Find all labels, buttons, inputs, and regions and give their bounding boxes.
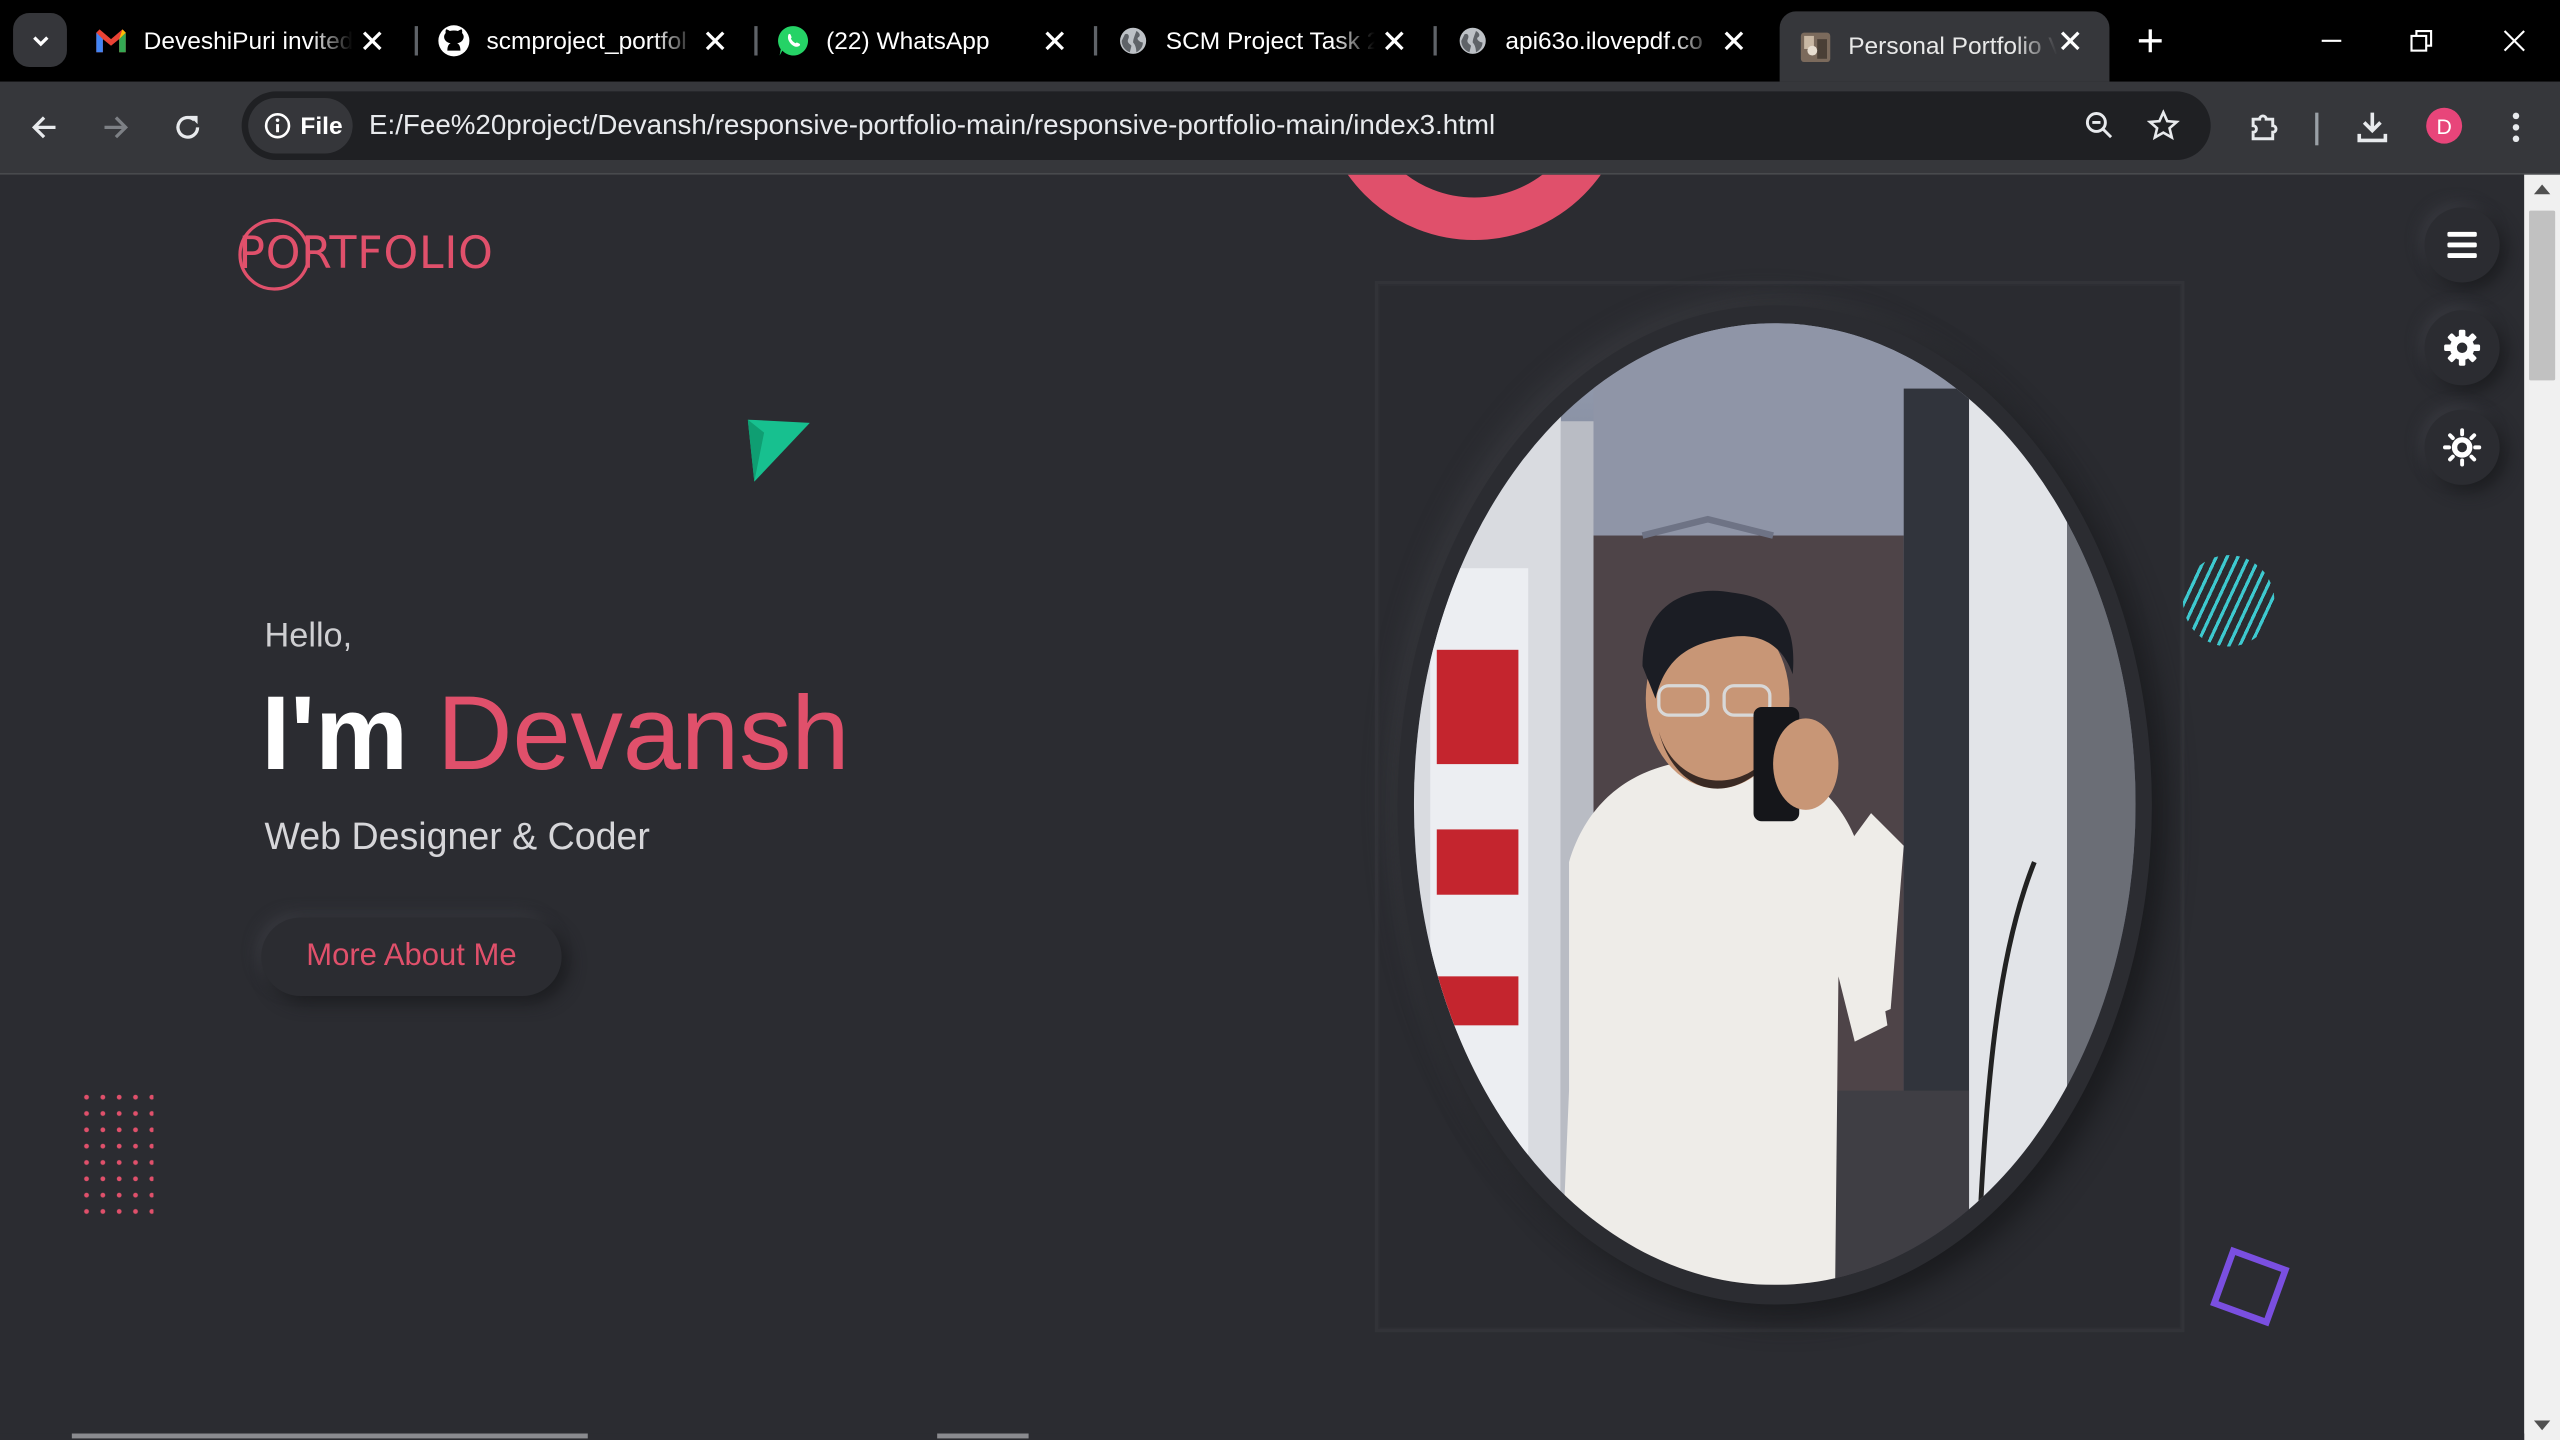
github-icon <box>438 24 471 57</box>
downloads-button[interactable] <box>2346 101 2398 153</box>
hero-role: Web Designer & Coder <box>264 814 650 858</box>
profile-photo-illustration <box>1413 323 2136 1285</box>
address-bar[interactable]: File E:/Fee%20project/Devansh/responsive… <box>241 91 2211 161</box>
restore-icon <box>2410 29 2433 52</box>
tab-strip: DeveshiPuri invited scmproject_portfol (… <box>0 0 2560 82</box>
decorative-ring <box>1319 174 1630 241</box>
profile-photo <box>1413 323 2136 1285</box>
tab-gmail[interactable]: DeveshiPuri invited <box>75 11 411 70</box>
minimize-icon <box>2321 39 2342 42</box>
menu-icon <box>2447 231 2477 258</box>
horizontal-scroll-thumb[interactable] <box>937 1433 1029 1439</box>
settings-button[interactable] <box>2424 310 2500 386</box>
zoom-out-icon <box>2085 112 2113 139</box>
tab-title: api63o.ilovepdf.co <box>1505 26 1703 55</box>
close-window-button[interactable] <box>2490 16 2539 65</box>
browser-menu-button[interactable] <box>2490 101 2542 153</box>
tab-title: scmproject_portfol <box>486 26 687 55</box>
hero-prefix: I'm <box>261 674 409 792</box>
toolbar-divider <box>2315 112 2319 146</box>
reload-button[interactable] <box>162 101 214 153</box>
scroll-thumb[interactable] <box>2529 210 2556 381</box>
horizontal-scroll-indicator <box>0 1433 2525 1440</box>
horizontal-scroll-thumb[interactable] <box>71 1433 588 1439</box>
arrow-right-icon <box>104 116 129 139</box>
tab-title: DeveshiPuri invited <box>143 26 353 55</box>
scroll-up-arrow[interactable] <box>2533 184 2551 195</box>
photo-favicon <box>1799 30 1832 63</box>
menu-button[interactable] <box>2424 207 2500 283</box>
url-text[interactable]: E:/Fee%20project/Devansh/responsive-port… <box>369 109 1495 142</box>
tab-title: SCM Project Task 2 <box>1165 26 1375 55</box>
tab-title: (22) WhatsApp <box>826 26 990 55</box>
vertical-scrollbar[interactable] <box>2524 174 2560 1440</box>
logo-text: PORTFOLIO <box>238 228 494 280</box>
decorative-dots <box>78 1089 154 1220</box>
extensions-button[interactable] <box>2238 101 2290 153</box>
site-info-chip[interactable]: File <box>248 97 353 154</box>
plus-icon <box>2138 29 2162 53</box>
hero-name: Devansh <box>437 674 850 792</box>
star-icon <box>2147 109 2180 141</box>
close-icon[interactable] <box>2054 24 2087 57</box>
download-icon <box>2357 112 2388 143</box>
new-tab-button[interactable] <box>2129 20 2171 62</box>
close-icon[interactable] <box>1378 24 1411 57</box>
hero-heading: I'm Devansh <box>261 673 849 794</box>
site-logo[interactable]: PORTFOLIO <box>238 218 499 294</box>
close-icon <box>2503 30 2525 52</box>
browser-toolbar: File E:/Fee%20project/Devansh/responsive… <box>0 81 2560 175</box>
minimize-button[interactable] <box>2307 16 2356 65</box>
close-icon[interactable] <box>1718 24 1751 57</box>
tab-github[interactable]: scmproject_portfol <box>418 11 754 70</box>
close-icon[interactable] <box>1038 24 1071 57</box>
more-about-me-button[interactable]: More About Me <box>261 917 562 996</box>
zoom-button[interactable] <box>2078 104 2120 146</box>
reload-icon <box>176 115 200 139</box>
back-button[interactable] <box>18 101 70 153</box>
scroll-down-arrow[interactable] <box>2533 1420 2551 1431</box>
tab-personal-portfolio[interactable]: Personal Portfolio V <box>1779 11 2110 82</box>
puzzle-icon <box>2251 114 2278 141</box>
decorative-square <box>2210 1246 2290 1327</box>
theme-icon <box>2443 428 2482 467</box>
chevron-down-icon <box>32 35 48 46</box>
whatsapp-icon <box>777 24 810 57</box>
gear-icon <box>2444 329 2481 366</box>
greeting-text: Hello, <box>264 617 353 655</box>
profile-avatar[interactable]: D <box>2426 107 2463 144</box>
globe-icon <box>1456 24 1489 57</box>
close-icon[interactable] <box>699 24 732 57</box>
close-icon[interactable] <box>356 24 389 57</box>
gmail-icon <box>95 24 128 57</box>
tab-ilovepdf[interactable]: api63o.ilovepdf.co <box>1437 11 1773 70</box>
tab-whatsapp[interactable]: (22) WhatsApp <box>758 11 1094 70</box>
restore-button[interactable] <box>2397 16 2446 65</box>
theme-toggle-button[interactable] <box>2424 409 2500 485</box>
file-label: File <box>300 111 343 140</box>
forward-button[interactable] <box>90 101 142 153</box>
decorative-triangle <box>747 419 810 482</box>
globe-icon <box>1117 24 1150 57</box>
arrow-left-icon <box>31 116 56 139</box>
tab-scm-project[interactable]: SCM Project Task 2 <box>1097 11 1433 70</box>
tab-search-button[interactable] <box>13 13 67 67</box>
bookmark-button[interactable] <box>2142 104 2184 146</box>
decorative-hatch-circle <box>2182 555 2275 647</box>
portfolio-page: PORTFOLIO Hello, I'm Devansh Web Designe… <box>0 174 2525 1440</box>
tab-title: Personal Portfolio V <box>1848 32 2058 61</box>
info-icon <box>264 112 291 139</box>
more-vert-icon <box>2512 112 2520 143</box>
